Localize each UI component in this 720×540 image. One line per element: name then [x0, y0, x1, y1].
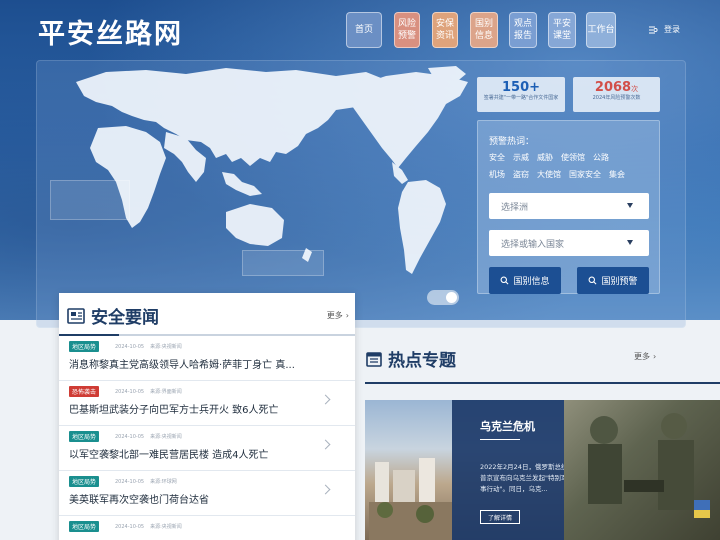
topic-info-overlay: 乌克兰危机 2022年2月24日，俄罗斯总统普京宣布向乌克兰发起"特别军事行动"… [452, 400, 568, 540]
hot-topics-more-link[interactable]: 更多 › [634, 351, 656, 362]
hot-word[interactable]: 威胁 [537, 152, 553, 163]
user-login-icon [649, 26, 658, 33]
map-toggle-switch[interactable] [427, 290, 459, 305]
hot-words-row-1: 安全 示威 威胁 使领馆 公路 [489, 152, 609, 163]
news-source: 来源:环球网 [150, 479, 177, 485]
map-sea-islands [222, 172, 262, 196]
news-headline: 以军空袭黎北部一难民营居民楼 造成4人死亡 [69, 450, 269, 461]
soldiers-photo [564, 400, 720, 540]
country-search-panel: 预警热词： 安全 示威 威胁 使领馆 公路 机场 盗窃 大使馆 国家安全 集会 … [477, 120, 660, 294]
news-headline: 消息称黎真主党高级领导人哈希姆·萨菲丁身亡 真... [69, 360, 295, 371]
topic-description: 2022年2月24日，俄罗斯总统普京宣布向乌克兰发起"特别军事行动"。同日，乌克… [480, 463, 568, 493]
hot-word[interactable]: 示威 [513, 152, 529, 163]
map-overlay-card-bottom [242, 250, 324, 276]
search-icon [589, 276, 597, 285]
city-buildings-image [369, 458, 452, 540]
stat-card-partner-countries: 150+ 签署共建"一带一路"合作文件国家 [477, 77, 565, 112]
hot-word[interactable]: 安全 [489, 152, 505, 163]
news-more-link[interactable]: 更多 › [327, 310, 349, 321]
hot-word[interactable]: 盗窃 [513, 169, 529, 180]
news-date: 2024-10-05 [115, 524, 145, 530]
stat-warning-count: 2068次 [594, 80, 639, 95]
hot-word[interactable]: 集会 [609, 169, 625, 180]
chevron-right-icon: › [345, 311, 349, 320]
news-item[interactable]: 地区局势 2024-10-05 来源:央视新闻 消息称黎真主党高级领导人哈希姆·萨… [59, 336, 355, 381]
stat-partner-count: 150+ [501, 80, 541, 95]
search-icon [501, 276, 509, 285]
country-warning-button[interactable]: 国别预警 [577, 267, 649, 294]
nav-country-info[interactable]: 国别信息 [470, 12, 498, 48]
news-date: 2024-10-05 [115, 344, 145, 350]
caret-down-icon [627, 240, 633, 245]
nav-security-news[interactable]: 安保资讯 [432, 12, 458, 48]
site-logo[interactable]: 平安丝路网 [38, 12, 183, 51]
nav-risk-warning[interactable]: 风险预警 [394, 12, 420, 48]
news-tag: 恐怖袭击 [69, 386, 100, 397]
news-tag: 地区局势 [69, 521, 100, 532]
news-source: 来源:央视新闻 [150, 434, 182, 440]
nav-workbench[interactable]: 工作台 [586, 12, 616, 48]
caret-down-icon [627, 203, 633, 208]
country-info-button[interactable]: 国别信息 [489, 267, 561, 294]
newspaper-icon [67, 307, 85, 324]
news-headline: 巴基斯坦武装分子向巴军方士兵开火 致6人死亡 [69, 405, 279, 416]
hot-word[interactable]: 机场 [489, 169, 505, 180]
news-headline: 美英联军再次空袭也门荷台达省 [69, 495, 209, 506]
calendar-icon [366, 351, 382, 367]
news-item[interactable]: 地区局势 2024-10-05 来源:央视新闻 以军空袭黎北部一难民营居民楼 造成… [59, 426, 355, 471]
nav-reports[interactable]: 观点报告 [509, 12, 537, 48]
hot-topics-title: 热点专题 [388, 351, 456, 371]
hot-word[interactable]: 使领馆 [561, 152, 585, 163]
security-news-panel: 安全要闻 更多 › 地区局势 2024-10-05 来源:央视新闻 消息称黎真主党高… [59, 293, 355, 540]
map-south-america [398, 180, 446, 274]
chevron-right-icon: › [653, 352, 657, 361]
news-source: 来源:界面新闻 [150, 389, 182, 395]
toggle-knob [446, 292, 457, 303]
map-north-america [352, 72, 468, 168]
hot-word[interactable]: 国家安全 [569, 169, 601, 180]
news-item[interactable]: 地区局势 2024-10-05 来源:央视新闻 [59, 516, 355, 540]
news-title: 安全要闻 [91, 308, 159, 328]
chevron-right-icon [320, 439, 331, 450]
chevron-right-icon [320, 484, 331, 495]
news-tag: 地区局势 [69, 431, 100, 442]
news-tag: 地区局势 [69, 476, 100, 487]
continent-select[interactable]: 选择洲 [489, 193, 649, 219]
hot-topics-header: 热点专题 [366, 346, 456, 371]
news-tag: 地区局势 [69, 341, 100, 352]
news-date: 2024-10-05 [115, 389, 145, 395]
country-select[interactable]: 选择或输入国家 [489, 230, 649, 256]
news-source: 来源:央视新闻 [150, 344, 182, 350]
news-date: 2024-10-05 [115, 434, 145, 440]
news-source: 来源:央视新闻 [150, 524, 182, 530]
nav-classroom[interactable]: 平安课堂 [548, 12, 576, 48]
hot-word[interactable]: 大使馆 [537, 169, 561, 180]
topic-card-ukraine[interactable]: 乌克兰危机 2022年2月24日，俄罗斯总统普京宣布向乌克兰发起"特别军事行动"… [365, 400, 720, 540]
topic-detail-button[interactable]: 了解详情 [480, 510, 520, 524]
map-australia [226, 204, 284, 246]
nav-home[interactable]: 首页 [346, 12, 382, 48]
map-overlay-card-left [50, 180, 130, 220]
news-item[interactable]: 地区局势 2024-10-05 来源:环球网 美英联军再次空袭也门荷台达省 [59, 471, 355, 516]
hot-topics-divider [365, 382, 720, 384]
hot-words-title: 预警热词： [489, 137, 535, 147]
hot-words-row-2: 机场 盗窃 大使馆 国家安全 集会 [489, 169, 625, 180]
login-link[interactable]: 登录 [648, 24, 680, 35]
news-date: 2024-10-05 [115, 479, 145, 485]
news-item[interactable]: 恐怖袭击 2024-10-05 来源:界面新闻 巴基斯坦武装分子向巴军方士兵开火 … [59, 381, 355, 426]
hot-word[interactable]: 公路 [593, 152, 609, 163]
stat-card-warnings: 2068次 2024年风险预警次数 [573, 77, 660, 112]
chevron-right-icon [320, 394, 331, 405]
news-header: 安全要闻 [67, 303, 159, 328]
topic-title: 乌克兰危机 [480, 420, 535, 433]
